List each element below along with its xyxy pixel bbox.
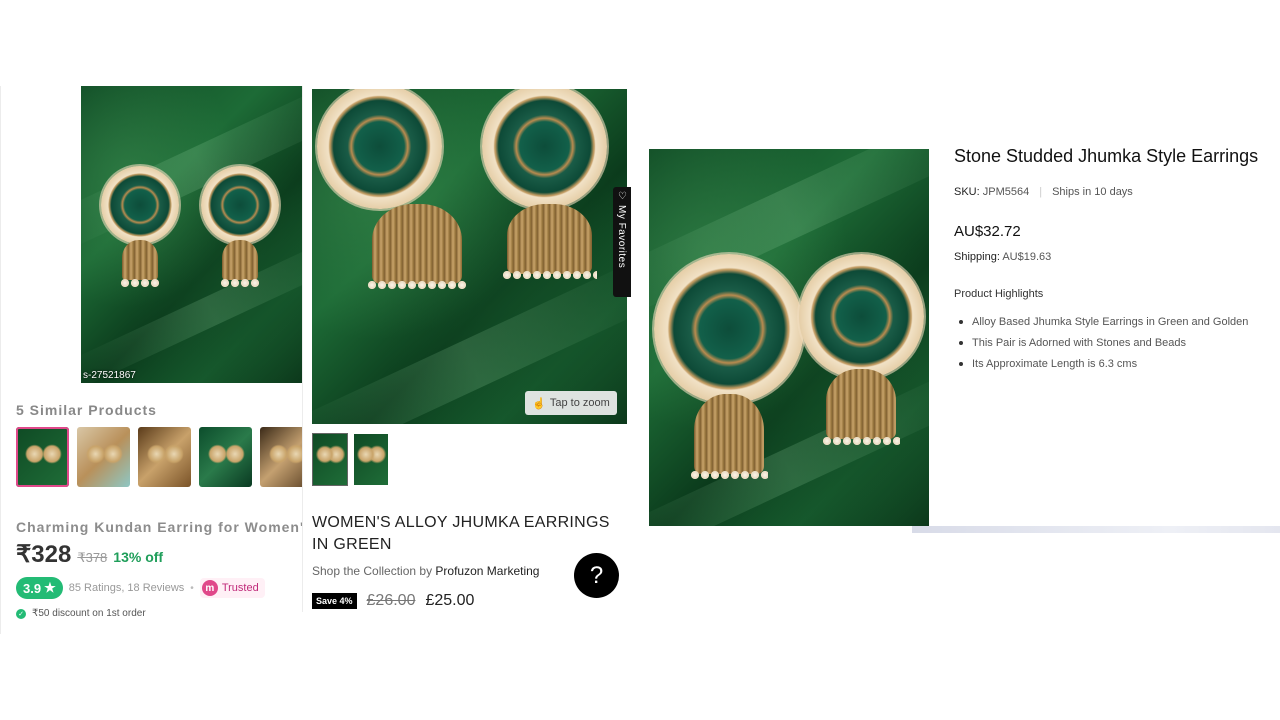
current-price: AU$32.72 [954,223,1021,240]
collection-prefix: Shop the Collection by [312,564,433,578]
trusted-label: Trusted [221,582,259,594]
highlight-item: Its Approximate Length is 6.3 cms [958,354,1248,375]
separator: | [1039,186,1043,198]
collection-brand-link[interactable]: Profuzon Marketing [435,564,539,578]
separator-dot: • [190,582,194,594]
middle-product-photo[interactable] [312,89,627,424]
meesho-logo-icon: m [201,580,218,596]
first-order-discount: ✓ ₹50 discount on 1st order [16,608,146,619]
similar-product-thumb[interactable] [16,427,69,487]
first-order-discount-text: ₹50 discount on 1st order [32,608,146,619]
highlight-item: Alloy Based Jhumka Style Earrings in Gre… [958,312,1248,333]
collection-line: Shop the Collection by Profuzon Marketin… [312,564,539,578]
bottom-strip [912,526,1280,533]
panel-divider [302,86,303,612]
similar-products-list [16,427,302,487]
help-icon: ? [589,561,604,589]
star-icon: ★ [44,580,56,595]
hand-zoom-icon: ☝ [532,397,546,410]
check-icon: ✓ [16,608,26,619]
ratings-count[interactable]: 85 Ratings, 18 Reviews [69,582,185,594]
tap-to-zoom-button[interactable]: ☝ Tap to zoom [525,391,617,415]
highlights-title: Product Highlights [954,288,1044,300]
sku-row: SKU: JPM5564 | Ships in 10 days [954,186,1133,198]
left-panel-border [0,86,1,634]
similar-product-thumb[interactable] [260,427,302,487]
rating-value: 3.9 [23,580,42,596]
help-button[interactable]: ? [574,553,619,598]
similar-product-thumb[interactable] [77,427,130,487]
image-thumbnail[interactable] [354,434,388,485]
product-title: WOMEN'S ALLOY JHUMKA EARRINGS IN GREEN [312,514,610,553]
sku-overlay: s-27521867 [83,370,136,381]
image-thumbnails [312,433,388,486]
image-thumbnail[interactable] [312,433,348,486]
highlight-item: This Pair is Adorned with Stones and Bea… [958,333,1248,354]
sku-label: SKU: [954,186,980,198]
original-price: ₹378 [77,550,108,565]
sku-value: JPM5564 [982,186,1030,198]
price-row: ₹328 ₹378 13% off [16,540,163,569]
rating-row: 3.9 ★ 85 Ratings, 18 Reviews • m Trusted [16,577,265,599]
ships-in: Ships in 10 days [1052,186,1133,198]
my-favorites-tab[interactable]: ♡ My Favorites [613,187,631,297]
price-row: Save 4% £26.00 £25.00 [312,592,474,610]
product-title: Stone Studded Jhumka Style Earrings [954,146,1259,166]
shipping-value: AU$19.63 [1002,251,1052,263]
rating-badge[interactable]: 3.9 ★ [16,577,63,599]
current-price: ₹328 [16,541,72,568]
save-badge: Save 4% [312,593,357,609]
similar-product-thumb[interactable] [199,427,252,487]
highlights-list: Alloy Based Jhumka Style Earrings in Gre… [958,312,1248,375]
discount-percent: 13% off [113,549,164,565]
tap-to-zoom-label: Tap to zoom [549,397,610,409]
product-name: Charming Kundan Earring for Women's [16,519,302,535]
similar-products-title: 5 Similar Products [16,402,157,418]
right-product-photo[interactable] [649,149,929,526]
trusted-badge: m Trusted [199,578,265,598]
original-price: £26.00 [366,592,416,609]
heart-icon: ♡ [617,191,628,203]
shipping-cost: Shipping: AU$19.63 [954,251,1051,263]
my-favorites-label: My Favorites [616,205,627,269]
shipping-label: Shipping: [954,251,1000,263]
current-price: £25.00 [425,592,475,609]
left-product-photo[interactable]: s-27521867 [81,86,302,383]
collage: s-27521867 5 Similar Products Charming K… [0,0,1280,720]
similar-product-thumb[interactable] [138,427,191,487]
